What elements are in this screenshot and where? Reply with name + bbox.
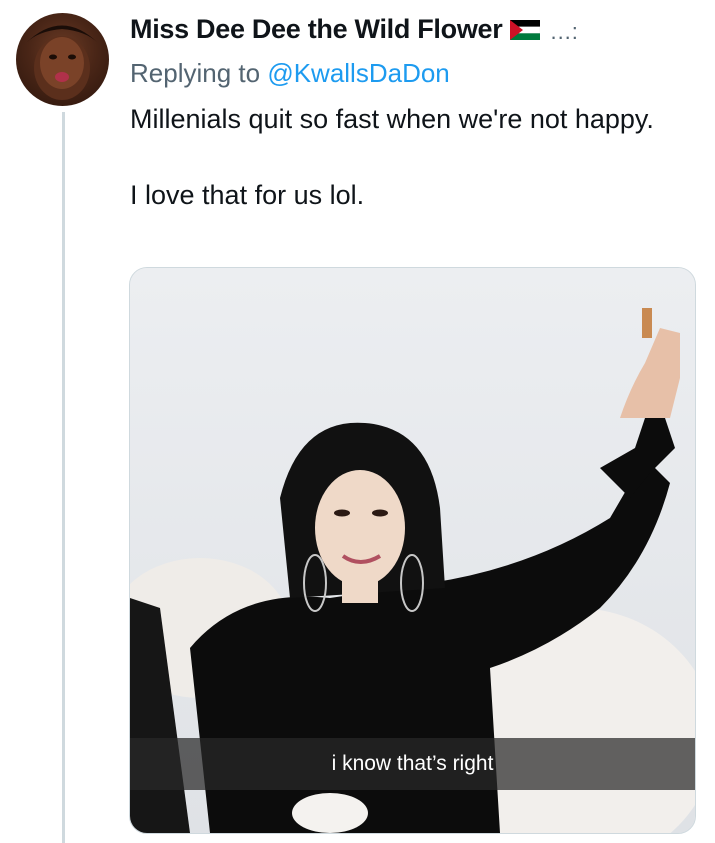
tweet-media-image[interactable]: i know that’s right (129, 267, 696, 834)
author-display-name[interactable]: Miss Dee Dee the Wild Flower (130, 14, 503, 45)
more-options-icon[interactable]: ...: (550, 19, 578, 45)
reply-handle-link[interactable]: @KwallsDaDon (267, 58, 449, 88)
tweet-header: Miss Dee Dee the Wild Flower ...: (130, 14, 579, 45)
tweet-text-line: Millenials quit so fast when we're not h… (130, 104, 654, 134)
tweet-text: Millenials quit so fast when we're not h… (130, 100, 690, 214)
avatar[interactable] (16, 13, 109, 106)
tweet-text-line: I love that for us lol. (130, 180, 365, 210)
reply-context: Replying to @KwallsDaDon (130, 58, 450, 89)
replying-prefix: Replying to (130, 58, 261, 88)
media-caption: i know that’s right (130, 738, 695, 790)
thread-line (62, 112, 65, 843)
avatar-image (26, 25, 98, 100)
palestine-flag-icon (510, 19, 541, 40)
